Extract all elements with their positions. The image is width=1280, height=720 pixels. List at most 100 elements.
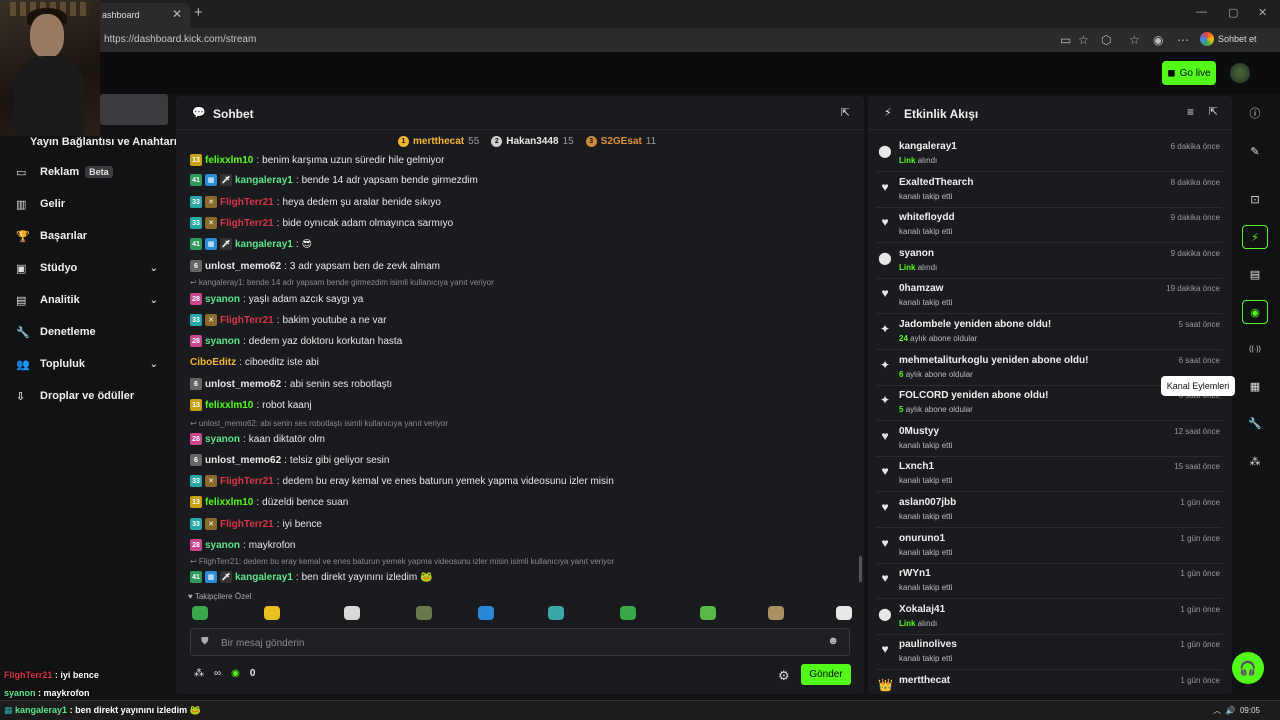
channel-actions-icon[interactable]: ▦ [1242,374,1268,398]
emoji-icon[interactable]: ☻ [827,635,839,647]
reader-icon[interactable]: ▭ [1060,33,1071,47]
chat-username[interactable]: FlighTerr21 [220,197,274,208]
browser-tab[interactable]: ashboard ✕ [92,3,190,28]
camera-icon[interactable]: ⊡ [1242,187,1268,211]
chat-username[interactable]: felixxlm10 [205,400,253,411]
chat-username[interactable]: kangaleray1 [235,175,293,186]
emote-icon[interactable] [836,606,852,620]
chat-input[interactable] [221,635,811,651]
close-icon[interactable]: ✕ [172,7,182,21]
chat-username[interactable]: felixxlm10 [205,155,253,166]
popout-icon[interactable]: ⇱ [1209,105,1218,118]
activity-event[interactable]: ♥ Lxnch1 kanalı takip etti 15 saat önce [876,456,1222,493]
chat-username[interactable]: kangaleray1 [235,572,293,583]
copilot-button[interactable]: Sohbet et [1200,32,1257,46]
emote-icon[interactable] [344,606,360,620]
sidebar-item-4[interactable]: ▤ Analitik ⌄ [16,290,160,310]
chat-username[interactable]: FlighTerr21 [220,315,274,326]
wrench-icon[interactable]: 🔧 [1242,411,1268,435]
activity-event[interactable]: ⬤ syanon Link alındı 9 dakika önce [876,243,1222,279]
event-time: 6 dakika önce [1170,142,1220,151]
emote-icon[interactable] [620,606,636,620]
chat-username[interactable]: syanon [205,434,240,445]
sidebar-item-7[interactable]: ⇩ Droplar ve ödüller [16,386,160,406]
chat-username[interactable]: unlost_memo62 [205,455,281,466]
nodes-icon[interactable]: ⁂ [1242,449,1268,473]
chat-input-box[interactable]: ⛊ ☻ [190,628,850,656]
top-gifter[interactable]: 3 S2GEsat 11 [585,136,656,147]
broadcast-icon[interactable]: ((·)) [1242,337,1268,361]
chat-username[interactable]: FlighTerr21 [220,476,274,487]
chat-scrollbar[interactable] [859,556,862,582]
url-text[interactable]: https://dashboard.kick.com/stream [104,34,256,45]
chevron-down-icon[interactable]: ⌄ [150,263,158,274]
profile-icon[interactable]: ◉ [1153,33,1163,47]
star-icon[interactable]: ☆ [1078,33,1089,47]
event-highlight: 5 [899,405,904,415]
activity-event[interactable]: ♥ 0hamzaw kanalı takip etti 19 dakika önce [876,278,1222,315]
activity-event[interactable]: ⬤ Xokalaj41 Link alındı 1 gün önce [876,599,1222,635]
chat-username[interactable]: syanon [205,294,240,305]
sidebar-item-1[interactable]: ▥ Gelir [16,194,160,214]
filter-icon[interactable]: ≡ [1187,105,1194,119]
sidebar-item-6[interactable]: 👥 Topluluk ⌄ [16,354,160,374]
extensions-icon[interactable]: ⬡ [1101,33,1111,47]
chat-username[interactable]: unlost_memo62 [205,261,281,272]
emote-icon[interactable] [192,606,208,620]
emote-icon[interactable] [768,606,784,620]
info-icon[interactable]: ⓘ [1242,101,1268,125]
sidebar-item-5[interactable]: 🔧 Denetleme [16,322,160,342]
chat-username[interactable]: unlost_memo62 [205,379,281,390]
chat-colon: : [284,378,287,390]
go-live-button[interactable]: ◼ Go live [1162,61,1216,85]
new-tab-icon[interactable]: + [194,4,203,21]
activity-event[interactable]: ♥ rWYn1 kanalı takip etti 1 gün önce [876,563,1222,600]
chat-username[interactable]: syanon [205,540,240,551]
emote-icon[interactable] [548,606,564,620]
top-gifter[interactable]: 1 mertthecat 55 [398,136,479,147]
activity-event[interactable]: ♥ onuruno1 kanalı takip etti 1 gün önce [876,528,1222,564]
activity-event[interactable]: ⬤ kangaleray1 Link alındı 6 dakika önce [876,136,1222,172]
sidebar-search[interactable] [100,94,168,125]
chevron-down-icon[interactable]: ⌄ [150,295,158,306]
emote-icon[interactable] [416,606,432,620]
chevron-down-icon[interactable]: ⌄ [150,359,158,370]
tooltip: Kanal Eylemleri [1161,376,1235,396]
speaker-icon[interactable]: 🔊 [1226,706,1236,715]
chat-username[interactable]: felixxlm10 [205,497,253,508]
sidebar-header[interactable]: Yayın Bağlantısı ve Anahtarı [30,136,177,148]
chat-username[interactable]: syanon [205,336,240,347]
avatar[interactable] [1230,63,1250,83]
chevron-up-icon[interactable]: ︿ [1213,706,1221,715]
chat-username[interactable]: kangaleray1 [235,239,293,250]
popout-icon[interactable]: ⇱ [841,106,850,119]
chat-icon[interactable]: ◉ [1242,300,1268,324]
window-close-icon[interactable]: ✕ [1258,6,1267,19]
emote-icon[interactable] [700,606,716,620]
sidebar-item-0[interactable]: ▭ Reklam Beta [16,162,160,182]
more-icon[interactable]: ⋯ [1177,33,1189,47]
activity-event[interactable]: ♥ paulinolives kanalı takip etti 1 gün önce [876,634,1222,671]
sidebar-item-3[interactable]: ▣ Stüdyo ⌄ [16,258,160,278]
emote-icon[interactable] [264,606,280,620]
lightning-icon[interactable]: ⚡ [1242,225,1268,249]
send-button[interactable]: Gönder [801,664,851,685]
favorites-icon[interactable]: ☆ [1129,33,1140,47]
activity-event[interactable]: ♥ aslan007jbb kanalı takip etti 1 gün önce [876,492,1222,528]
activity-event[interactable]: ♥ whitefloydd kanalı takip etti 9 dakika ön… [876,207,1222,244]
sidebar-item-2[interactable]: 🏆 Başarılar [16,226,160,246]
chat-username[interactable]: FlighTerr21 [220,218,274,229]
activity-event[interactable]: ✦ Jadombele yeniden abone oldu! 24 aylık a… [876,314,1222,350]
minimize-icon[interactable]: — [1196,6,1207,18]
chat-username[interactable]: CiboEditz [190,357,236,368]
edit-icon[interactable]: ✎ [1242,139,1268,163]
document-icon[interactable]: ▤ [1242,262,1268,286]
activity-event[interactable]: ♥ ExaltedThearch kanalı takip etti 8 dakika… [876,172,1222,208]
top-gifter[interactable]: 2 Hakan3448 15 [491,136,574,147]
help-button[interactable]: 🎧 [1232,652,1264,684]
emote-icon[interactable] [478,606,494,620]
maximize-icon[interactable]: ▢ [1228,6,1238,19]
gear-icon[interactable]: ⚙ [778,668,790,684]
activity-event[interactable]: ♥ 0Mustyy kanalı takip etti 12 saat önce [876,421,1222,457]
chat-username[interactable]: FlighTerr21 [220,519,274,530]
